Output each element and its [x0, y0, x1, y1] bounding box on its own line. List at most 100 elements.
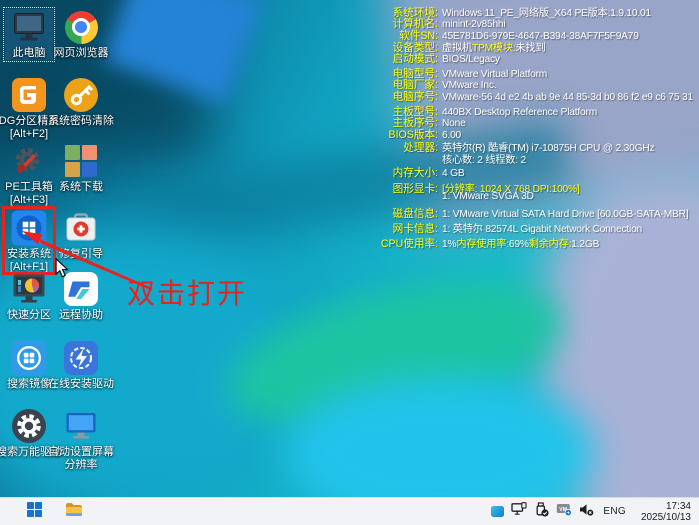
desktop-icon-label: 自动设置屏幕 [48, 446, 114, 459]
system-info-line: 内存大小: 4 GB [371, 165, 698, 177]
install-system-icon [11, 210, 47, 246]
quick-partition-icon [11, 271, 47, 307]
system-info-line: 主板型号:440BX Desktop Reference Platform [371, 104, 698, 116]
start-button[interactable] [22, 500, 46, 524]
system-info-label: CPU使用率: [371, 236, 438, 251]
desktop-icon-label: 系统密码清除 [48, 115, 114, 128]
system-info-value: VMware Virtual Platform [442, 69, 547, 80]
taskbar-left [22, 498, 86, 525]
system-info-line: 网卡信息:1: 英特尔 82574L Gigabit Network Conne… [371, 220, 698, 232]
desktop-icon-label: PE工具箱 [5, 181, 53, 194]
desktop-icon-search-driver[interactable]: 搜索万能驱动 [5, 408, 53, 459]
annotation-text: 双击打开 [127, 279, 247, 309]
system-info-value: None [442, 118, 466, 129]
online-driver-icon [63, 340, 99, 376]
system-info-value: VMware Inc. [442, 80, 496, 91]
diskgenius-icon [11, 77, 47, 113]
vmware-tools-tray-icon[interactable]: VM [556, 502, 572, 521]
desktop-icon-online-driver[interactable]: 在线安装驱动 [57, 340, 105, 391]
desktop-icon-system-download[interactable]: 系统下载 [57, 143, 105, 194]
system-info-line: 图形显卡:[分辨率: 1024 X 768 DPI:100%] [371, 180, 698, 192]
this-pc-icon [11, 9, 47, 45]
system-tray: VM ENG 17:34 2025/10/13 [491, 498, 694, 525]
system-info-line: CPU使用率:1% 内存使用率: 69% 剩余内存:1.2GB [371, 235, 698, 247]
system-info-value: 剩余内存: [529, 235, 572, 250]
system-info-value: 1: VMware Virtual SATA Hard Drive [60.0G… [442, 209, 688, 220]
system-info-value: 核心数: 2 线程数: 2 [442, 151, 526, 166]
desktop-icon-repair-boot[interactable]: 修复引导 [57, 210, 105, 261]
windows-logo-icon [27, 502, 42, 522]
desktop-icon-quick-partition[interactable]: 快速分区 [5, 271, 53, 322]
system-info-panel: 系统环境:Windows 11_PE_网络版_X64 PE版本:1.9.10.0… [371, 4, 698, 246]
system-info-value: BIOS/Legacy [442, 54, 500, 65]
pe-toolbox-icon [11, 143, 47, 179]
desktop-icon-label: 网页浏览器 [54, 47, 109, 60]
system-info-value: 未找到 [515, 39, 545, 54]
system-info-value: minint-2v85hhi [442, 19, 505, 30]
desktop-icon-label: 此电脑 [13, 47, 46, 60]
usb-eject-tray-icon[interactable] [534, 502, 549, 522]
taskbar-clock[interactable]: 17:34 2025/10/13 [635, 501, 694, 523]
desktop-icon-sublabel: [Alt+F3] [10, 194, 48, 207]
search-driver-icon [11, 408, 47, 444]
desktop-icon-label: 在线安装驱动 [48, 378, 114, 391]
system-info-value: 4 GB [442, 168, 464, 179]
system-info-value: 69% [509, 239, 529, 250]
system-download-icon [63, 143, 99, 179]
search-image-icon [11, 340, 47, 376]
desktop-icon-password-clear[interactable]: 系统密码清除 [57, 77, 105, 128]
system-info-value: 440BX Desktop Reference Platform [442, 107, 597, 118]
clock-date: 2025/10/13 [635, 512, 691, 523]
auto-resolution-icon [63, 408, 99, 444]
system-info-label: 电脑序号: [371, 89, 438, 104]
system-info-value: 1: 英特尔 82574L Gigabit Network Connection [442, 220, 642, 235]
pe-desktop-screen: 此电脑网页浏览器DG分区精灵[Alt+F2]系统密码清除PE工具箱[Alt+F3… [0, 0, 699, 525]
desktop-icon-label: 系统下载 [59, 181, 103, 194]
desktop-icon-sublabel: [Alt+F2] [10, 128, 48, 141]
system-info-line: 处理器:英特尔(R) 酷睿(TM) i7-10875H CPU @ 2.30GH… [371, 139, 698, 151]
system-info-line: BIOS版本:6.00 [371, 127, 698, 139]
system-info-value: 内存使用率: [456, 235, 509, 250]
system-info-line: 软件SN:45E781D6-979E-4647-B394-38AF7F5F9A7… [371, 28, 698, 40]
system-info-label: 图形显卡: [371, 181, 438, 196]
system-info-line: 设备类型:虚拟机 TPM模块: 未找到 [371, 39, 698, 51]
system-info-value: Windows 11_PE_网络版_X64 PE版本:1.9.10.01 [442, 4, 651, 19]
system-info-value: 1% [442, 239, 456, 250]
file-explorer-button[interactable] [62, 500, 86, 524]
folder-icon [65, 502, 83, 522]
desktop-icon-sublabel: 分辨率 [65, 459, 98, 472]
web-browser-icon [63, 9, 99, 45]
system-info-label: 处理器: [371, 140, 438, 155]
system-info-line: 电脑序号:VMware-56 4d e2 4b ab 9e 44 85-3d b… [371, 89, 698, 101]
system-info-line: 磁盘信息:1: VMware Virtual SATA Hard Drive [… [371, 206, 698, 218]
desktop-icon-auto-resolution[interactable]: 自动设置屏幕分辨率 [57, 408, 105, 471]
desktop-icon-search-image[interactable]: 搜索镜像 [5, 340, 53, 391]
remote-assist-icon [63, 271, 99, 307]
desktop-icon-pe-toolbox[interactable]: PE工具箱[Alt+F3] [5, 143, 53, 206]
repair-boot-icon [63, 210, 99, 246]
desktop-icon-diskgenius[interactable]: DG分区精灵[Alt+F2] [5, 77, 53, 140]
system-info-value: 1: VMware SVGA 3D [442, 191, 534, 202]
desktop-icon-label: 快速分区 [7, 309, 51, 322]
desktop-icon-web-browser[interactable]: 网页浏览器 [57, 9, 105, 60]
desktop-icon-label: 安装系统 [7, 248, 51, 261]
clock-time: 17:34 [635, 501, 691, 512]
system-info-label: 网卡信息: [371, 221, 438, 236]
desktop-icon-install-system[interactable]: 安装系统[Alt+F1] [5, 210, 53, 273]
system-info-value: 1.2GB [571, 239, 599, 250]
desktop-icon-label: 搜索镜像 [7, 378, 51, 391]
input-language-indicator[interactable]: ENG [601, 506, 628, 517]
desktop-icon-label: 远程协助 [59, 309, 103, 322]
network-tray-icon[interactable] [511, 502, 527, 521]
system-info-line: 系统环境:Windows 11_PE_网络版_X64 PE版本:1.9.10.0… [371, 4, 698, 16]
desktop-icon-remote-assist[interactable]: 远程协助 [57, 271, 105, 322]
system-info-value: TPM模块: [472, 39, 516, 54]
desktop-icon-label: 修复引导 [59, 248, 103, 261]
display-tray-icon[interactable] [491, 506, 504, 517]
system-info-label: 内存大小: [371, 165, 438, 180]
volume-tray-icon[interactable] [579, 503, 594, 521]
system-info-line: 电脑型号:VMware Virtual Platform [371, 66, 698, 78]
desktop-icon-this-pc[interactable]: 此电脑 [5, 9, 53, 60]
system-info-value: 虚拟机 [442, 39, 472, 54]
system-info-label: 启动模式: [371, 51, 438, 66]
